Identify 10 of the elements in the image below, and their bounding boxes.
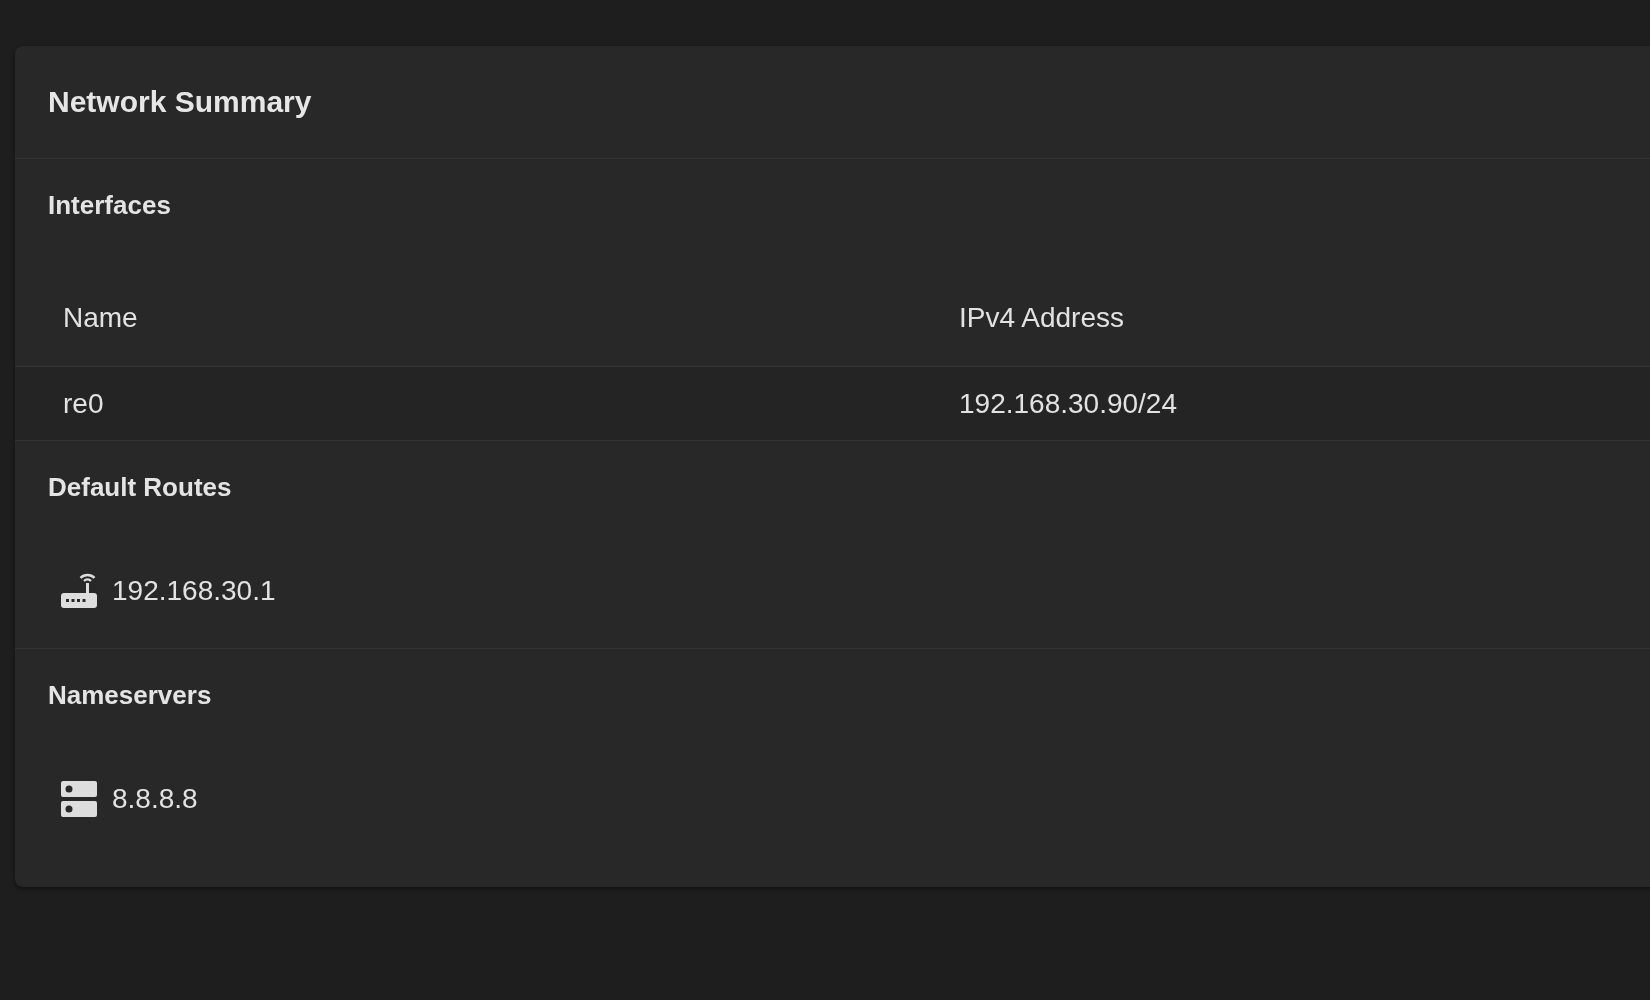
- table-cell: 192.168.30.90/24: [911, 367, 1650, 440]
- section-heading: Default Routes: [47, 471, 233, 504]
- nameserver-address: 8.8.8.8: [112, 782, 198, 816]
- server-icon: [61, 781, 97, 817]
- section-heading: Interfaces: [47, 189, 172, 222]
- table-cell: re0: [15, 367, 911, 440]
- router-icon: [61, 573, 97, 609]
- route-address: 192.168.30.1: [112, 574, 276, 608]
- section-heading: Nameservers: [47, 679, 213, 712]
- card-title: Network Summary: [48, 84, 312, 120]
